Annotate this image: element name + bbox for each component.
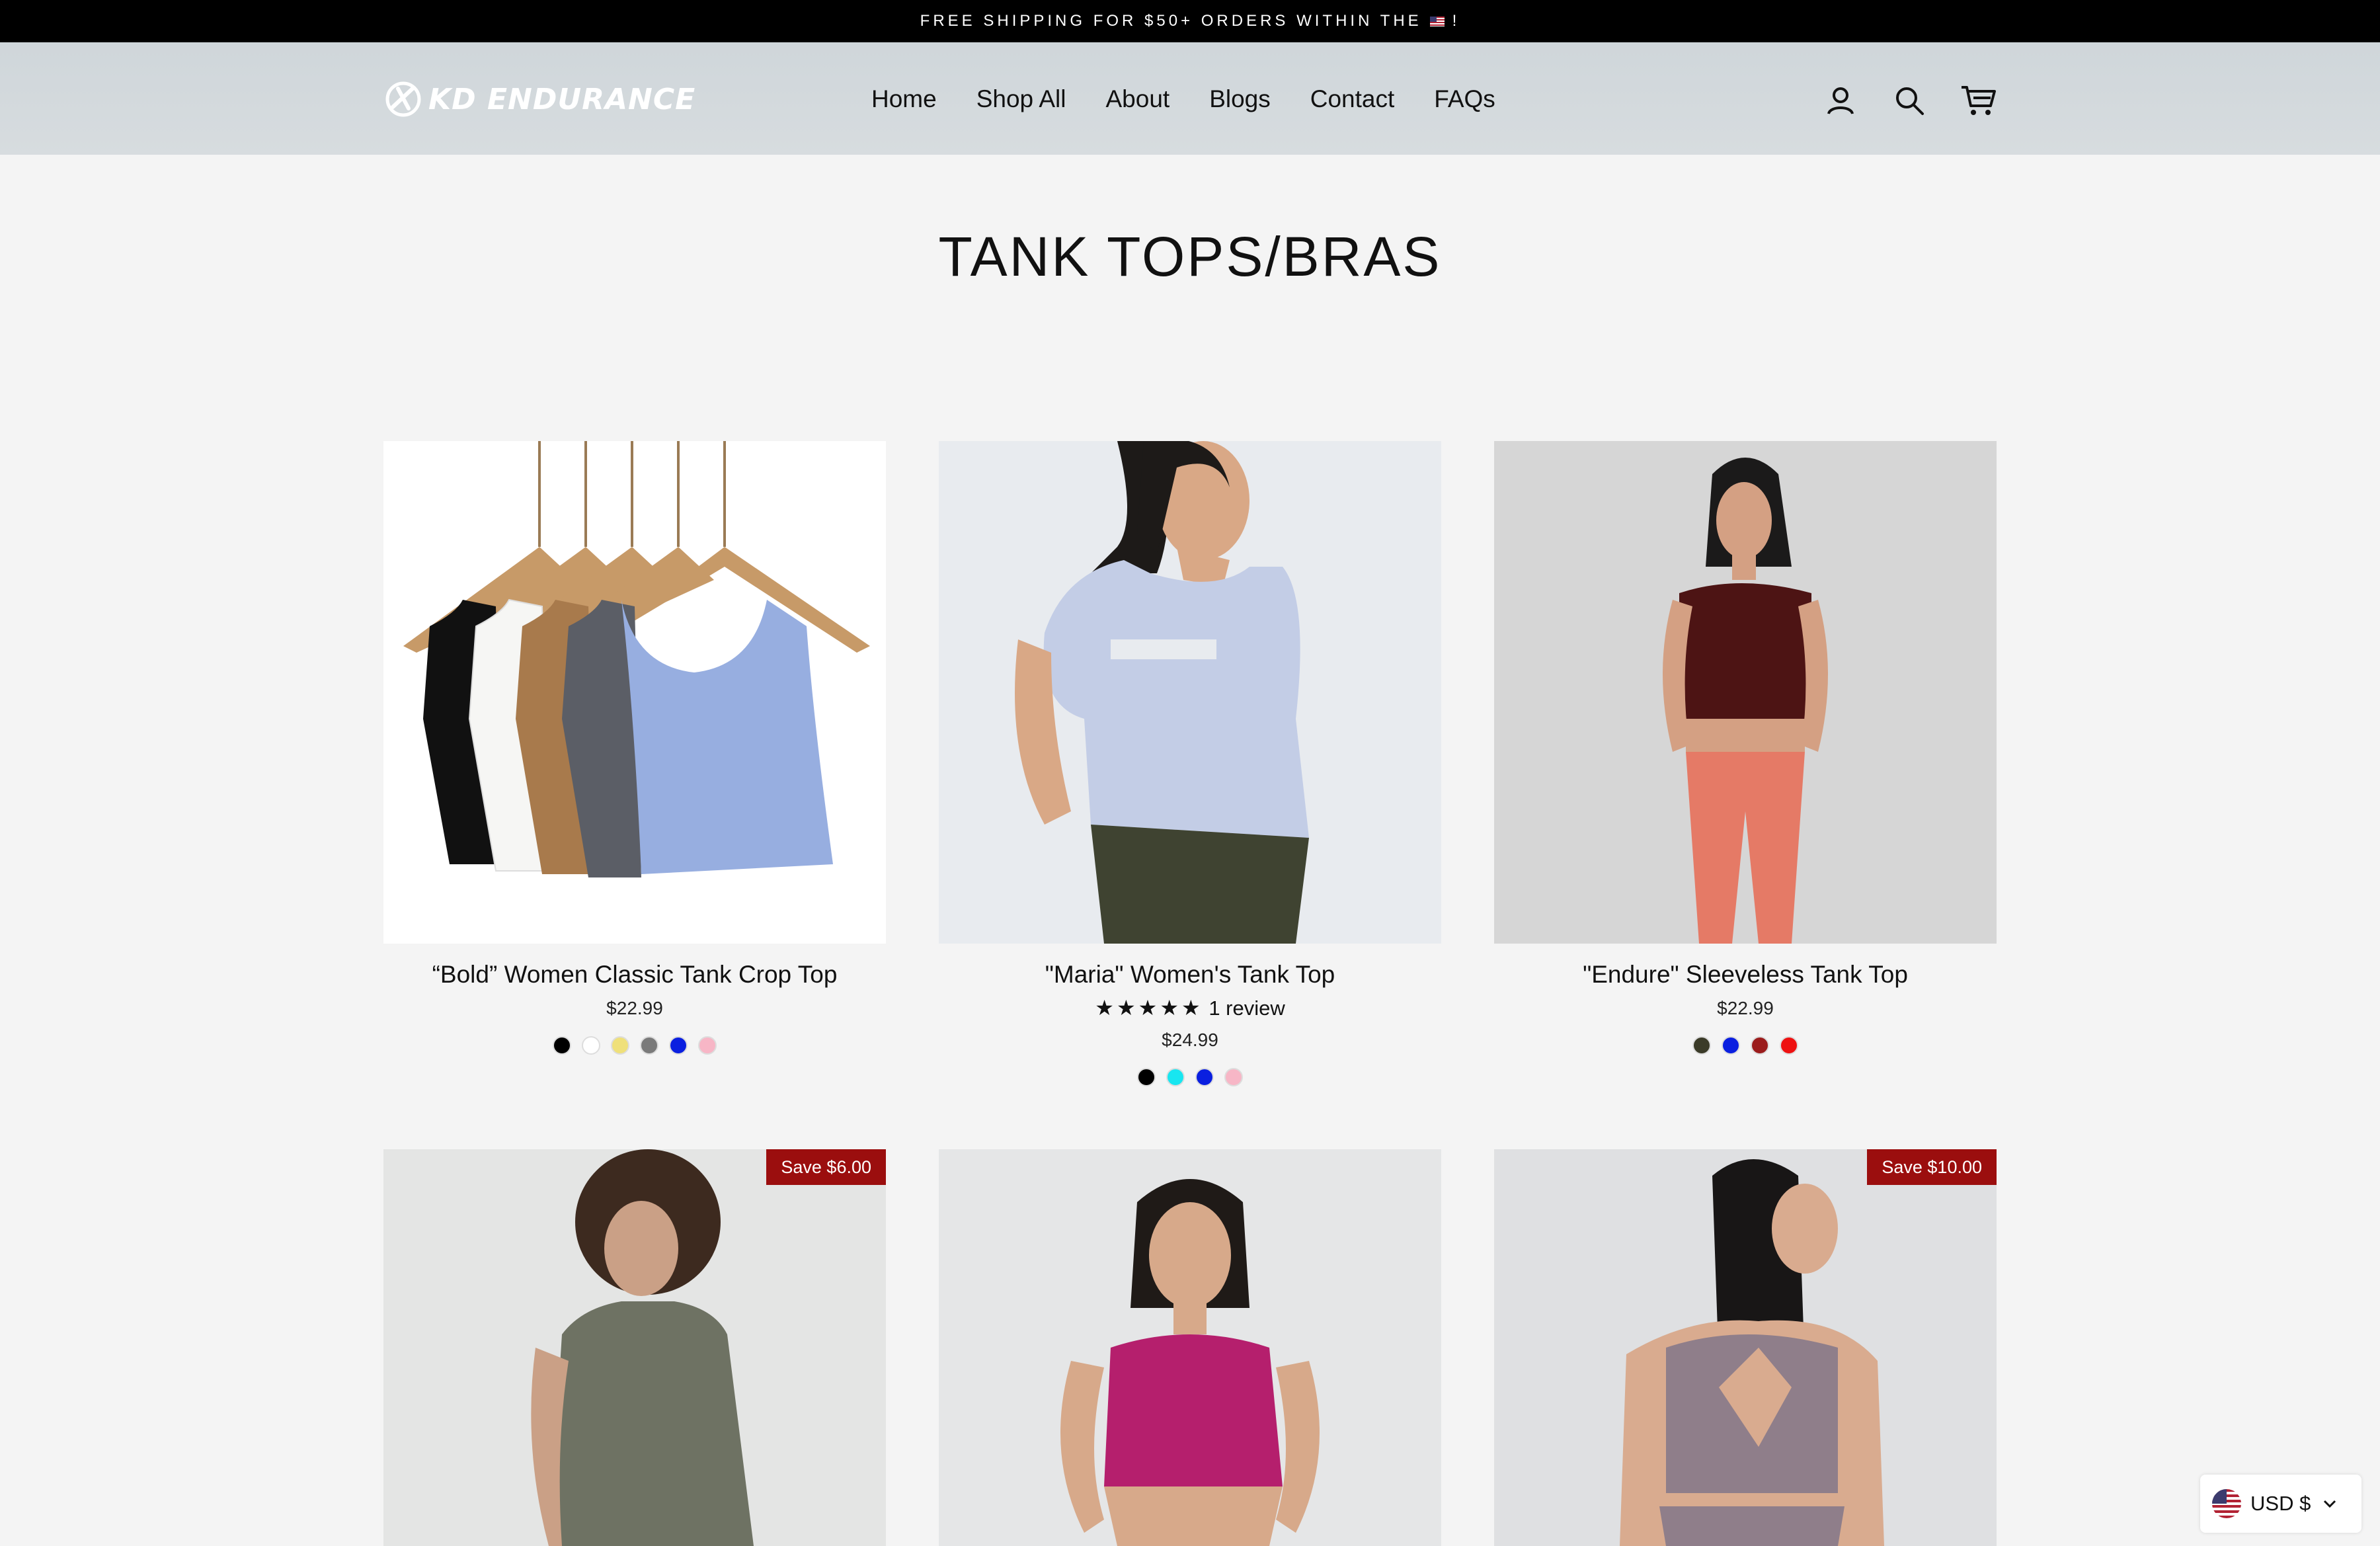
us-flag-icon — [1429, 16, 1445, 26]
swatch-blue[interactable] — [669, 1036, 688, 1055]
product-image[interactable] — [939, 1149, 1441, 1546]
product-card[interactable]: “Bold” Women Classic Tank Crop Top $22.9… — [383, 441, 886, 1055]
announcement-text-end: ! — [1452, 12, 1460, 30]
product-card[interactable]: "Maria" Women's Tank Top ★★★★★ 1 review … — [939, 441, 1441, 1086]
product-title[interactable]: “Bold” Women Classic Tank Crop Top — [383, 961, 886, 989]
swatch-cyan[interactable] — [1166, 1068, 1185, 1086]
product-title[interactable]: "Endure" Sleeveless Tank Top — [1494, 961, 1997, 989]
product-price: $24.99 — [1162, 1030, 1218, 1050]
nav-home[interactable]: Home — [871, 82, 937, 116]
page-title: TANK TOPS/BRAS — [938, 225, 1442, 288]
sale-badge: Save $6.00 — [766, 1149, 886, 1185]
nav-shop-all[interactable]: Shop All — [976, 82, 1066, 116]
search-icon[interactable] — [1891, 82, 1928, 119]
product-card[interactable]: Save $6.00 — [383, 1149, 886, 1546]
swatch-black[interactable] — [1137, 1068, 1156, 1086]
product-image[interactable]: Save $10.00 — [1494, 1149, 1997, 1546]
product-image[interactable]: Save $6.00 — [383, 1149, 886, 1546]
nav-contact[interactable]: Contact — [1310, 82, 1395, 116]
product-price: $22.99 — [606, 998, 663, 1018]
color-swatches — [1494, 1036, 1997, 1055]
logo[interactable]: KD ENDURANCE — [383, 78, 695, 120]
cart-icon[interactable] — [1960, 82, 1997, 119]
currency-selector[interactable]: USD $ — [2200, 1475, 2361, 1533]
product-card[interactable] — [939, 1149, 1441, 1546]
color-swatches — [383, 1036, 886, 1055]
swatch-pink[interactable] — [698, 1036, 717, 1055]
chevron-down-icon — [2324, 1500, 2336, 1508]
main-nav: Home Shop All About Blogs Contact FAQs — [871, 82, 1535, 116]
account-icon[interactable] — [1822, 82, 1859, 119]
review-count: 1 review — [1209, 997, 1285, 1020]
swatch-maroon[interactable] — [1751, 1036, 1769, 1055]
swatch-pink[interactable] — [1224, 1068, 1243, 1086]
site-header: KD ENDURANCE Home Shop All About Blogs C… — [0, 42, 2380, 155]
swatch-olive[interactable] — [1692, 1036, 1711, 1055]
product-image[interactable] — [1494, 441, 1997, 944]
nav-blogs[interactable]: Blogs — [1209, 82, 1271, 116]
swatch-white[interactable] — [582, 1036, 600, 1055]
swatch-red[interactable] — [1780, 1036, 1798, 1055]
product-title[interactable]: "Maria" Women's Tank Top — [939, 961, 1441, 989]
sale-badge: Save $10.00 — [1867, 1149, 1997, 1185]
header-icons — [1822, 82, 1997, 119]
product-image[interactable] — [383, 441, 886, 944]
announcement-bar: FREE SHIPPING FOR $50+ ORDERS WITHIN THE… — [0, 0, 2380, 42]
product-card[interactable]: Save $10.00 — [1494, 1149, 1997, 1546]
rating-stars-icon: ★★★★★ — [1095, 996, 1203, 1020]
swatch-yellow[interactable] — [611, 1036, 629, 1055]
product-image[interactable] — [939, 441, 1441, 944]
nav-faqs[interactable]: FAQs — [1434, 82, 1495, 116]
logo-mark-icon — [385, 81, 421, 117]
logo-text: KD ENDURANCE — [428, 82, 696, 116]
swatch-gray[interactable] — [640, 1036, 658, 1055]
swatch-black[interactable] — [553, 1036, 571, 1055]
currency-label: USD $ — [2250, 1492, 2311, 1515]
color-swatches — [939, 1068, 1441, 1086]
product-rating[interactable]: ★★★★★ 1 review — [939, 995, 1441, 1020]
product-price: $22.99 — [1717, 998, 1774, 1018]
swatch-blue[interactable] — [1722, 1036, 1740, 1055]
nav-about[interactable]: About — [1105, 82, 1170, 116]
announcement-text: FREE SHIPPING FOR $50+ ORDERS WITHIN THE — [920, 12, 1422, 30]
us-flag-icon — [2212, 1489, 2241, 1518]
swatch-blue[interactable] — [1195, 1068, 1214, 1086]
product-card[interactable]: "Endure" Sleeveless Tank Top $22.99 — [1494, 441, 1997, 1055]
